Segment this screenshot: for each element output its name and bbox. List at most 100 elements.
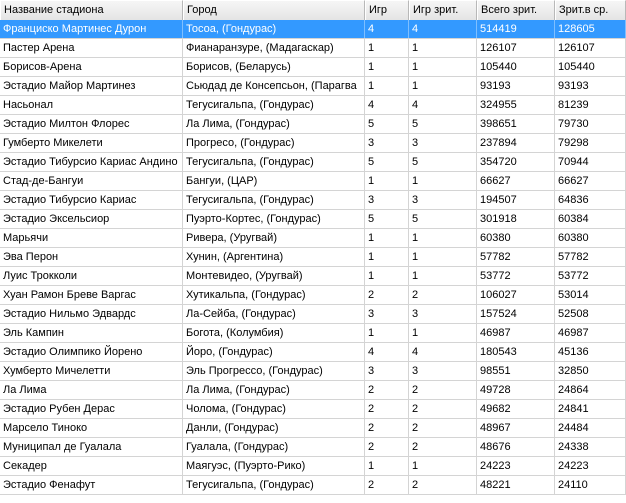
games-cell: 1 — [365, 39, 409, 57]
total-spectators-cell: 98551 — [477, 362, 555, 380]
total-spectators-cell: 194507 — [477, 191, 555, 209]
games-cell: 3 — [365, 191, 409, 209]
stadium-name-cell: Эстадио Рубен Дерас — [0, 400, 183, 418]
table-row[interactable]: Франциско Мартинес Дурон Тосоа, (Гондурас… — [0, 20, 626, 39]
total-spectators-cell: 106027 — [477, 286, 555, 304]
average-spectators-cell: 57782 — [555, 248, 626, 266]
table-row[interactable]: Эва Перон Хунин, (Аргентина) 1 1 57782 57782 — [0, 248, 626, 267]
stadium-name-cell: Эстадио Майор Мартинез — [0, 77, 183, 95]
table-row[interactable]: Эстадио Милтон Флорес Ла Лима, (Гондурас)… — [0, 115, 626, 134]
average-spectators-cell: 53772 — [555, 267, 626, 285]
table-row[interactable]: Эль Кампин Богота, (Колумбия) 1 1 46987 46987 — [0, 324, 626, 343]
games-cell: 1 — [365, 324, 409, 342]
stadium-name-cell: Франциско Мартинес Дурон — [0, 20, 183, 38]
total-spectators-cell: 53772 — [477, 267, 555, 285]
games-cell: 3 — [365, 134, 409, 152]
table-row[interactable]: Эстадио Фенафут Тегусигальпа, (Гондурас) 2… — [0, 476, 626, 495]
games-cell: 1 — [365, 457, 409, 475]
table-row[interactable]: Эстадио Нильмо Эдвардс Ла-Сейба, (Гондура… — [0, 305, 626, 324]
table-row[interactable]: Эстадио Эксельсиор Пуэрто-Кортес, (Гондур… — [0, 210, 626, 229]
table-row[interactable]: Стад-де-Бангуи Бангуи, (ЦАР) 1 1 66627 66627 — [0, 172, 626, 191]
total-spectators-cell: 93193 — [477, 77, 555, 95]
stadium-name-cell: Гумберто Микелети — [0, 134, 183, 152]
stadium-name-cell: Эль Кампин — [0, 324, 183, 342]
table-row[interactable]: Эстадио Рубен Дерас Чолома, (Гондурас) 2 2 4… — [0, 400, 626, 419]
city-cell: Монтевидео, (Уругвай) — [183, 267, 365, 285]
games-cell: 3 — [365, 305, 409, 323]
table-row[interactable]: Эстадио Майор Мартинез Сьюдад де Консепсь… — [0, 77, 626, 96]
table-row[interactable]: Ла Лима Ла Лима, (Гондурас) 2 2 49728 24864 — [0, 381, 626, 400]
games-with-spectators-cell: 4 — [409, 96, 477, 114]
total-spectators-cell: 48221 — [477, 476, 555, 494]
games-with-spectators-cell: 2 — [409, 400, 477, 418]
city-cell: Ривера, (Уругвай) — [183, 229, 365, 247]
games-with-spectators-cell: 4 — [409, 20, 477, 38]
table-row[interactable]: Гумберто Микелети Прогресо, (Гондурас) 3 3 2… — [0, 134, 626, 153]
stadium-name-cell: Секадер — [0, 457, 183, 475]
city-cell: Тегусигальпа, (Гондурас) — [183, 96, 365, 114]
table-row[interactable]: Эстадио Тибурсио Кариас Андино Тегусигаль… — [0, 153, 626, 172]
table-row[interactable]: Хумберто Мичелетти Эль Прогрессо, (Гондур… — [0, 362, 626, 381]
total-spectators-cell: 157524 — [477, 305, 555, 323]
column-header-city[interactable]: Город — [183, 0, 365, 20]
table-row[interactable]: Хуан Рамон Бреве Варгас Хутикальпа, (Гонд… — [0, 286, 626, 305]
stadium-name-cell: Луис Трокколи — [0, 267, 183, 285]
city-cell: Тегусигальпа, (Гондурас) — [183, 191, 365, 209]
column-header-games[interactable]: Игр — [365, 0, 409, 20]
average-spectators-cell: 79298 — [555, 134, 626, 152]
total-spectators-cell: 49682 — [477, 400, 555, 418]
games-cell: 2 — [365, 438, 409, 456]
table-row[interactable]: Луис Трокколи Монтевидео, (Уругвай) 1 1 5377… — [0, 267, 626, 286]
stadium-name-cell: Эва Перон — [0, 248, 183, 266]
stadium-name-cell: Хуан Рамон Бреве Варгас — [0, 286, 183, 304]
average-spectators-cell: 60384 — [555, 210, 626, 228]
table-row[interactable]: Насьонал Тегусигальпа, (Гондурас) 4 4 324955… — [0, 96, 626, 115]
games-with-spectators-cell: 1 — [409, 267, 477, 285]
total-spectators-cell: 66627 — [477, 172, 555, 190]
average-spectators-cell: 79730 — [555, 115, 626, 133]
stadium-name-cell: Эстадио Тибурсио Кариас Андино — [0, 153, 183, 171]
column-header-stadium[interactable]: Название стадиона — [0, 0, 183, 20]
average-spectators-cell: 66627 — [555, 172, 626, 190]
table-row[interactable]: Эстадио Олимпико Йорено Йоро, (Гондурас) 4… — [0, 343, 626, 362]
stadium-name-cell: Эстадио Нильмо Эдвардс — [0, 305, 183, 323]
games-with-spectators-cell: 5 — [409, 153, 477, 171]
total-spectators-cell: 105440 — [477, 58, 555, 76]
stadium-name-cell: Ла Лима — [0, 381, 183, 399]
games-cell: 3 — [365, 362, 409, 380]
table-row[interactable]: Марсело Тиноко Данли, (Гондурас) 2 2 48967 24… — [0, 419, 626, 438]
city-cell: Прогресо, (Гондурас) — [183, 134, 365, 152]
city-cell: Фианаранзуре, (Мадагаскар) — [183, 39, 365, 57]
stadium-name-cell: Хумберто Мичелетти — [0, 362, 183, 380]
games-cell: 2 — [365, 419, 409, 437]
games-with-spectators-cell: 1 — [409, 58, 477, 76]
games-with-spectators-cell: 1 — [409, 77, 477, 95]
games-with-spectators-cell: 2 — [409, 476, 477, 494]
games-with-spectators-cell: 2 — [409, 286, 477, 304]
city-cell: Чолома, (Гондурас) — [183, 400, 365, 418]
games-with-spectators-cell: 5 — [409, 115, 477, 133]
games-cell: 4 — [365, 343, 409, 361]
total-spectators-cell: 180543 — [477, 343, 555, 361]
city-cell: Сьюдад де Консепсьон, (Парагва — [183, 77, 365, 95]
column-header-average-spectators[interactable]: Зрит.в ср. — [555, 0, 626, 20]
column-header-games-with-spectators[interactable]: Игр зрит. — [409, 0, 477, 20]
average-spectators-cell: 81239 — [555, 96, 626, 114]
table-row[interactable]: Эстадио Тибурсио Кариас Тегусигальпа, (Го… — [0, 191, 626, 210]
city-cell: Данли, (Гондурас) — [183, 419, 365, 437]
table-row[interactable]: Пастер Арена Фианаранзуре, (Мадагаскар) 1 1… — [0, 39, 626, 58]
games-with-spectators-cell: 4 — [409, 343, 477, 361]
games-cell: 2 — [365, 381, 409, 399]
games-cell: 5 — [365, 210, 409, 228]
city-cell: Бангуи, (ЦАР) — [183, 172, 365, 190]
table-row[interactable]: Секадер Маягуэс, (Пуэрто-Рико) 1 1 24223 2422… — [0, 457, 626, 476]
column-header-total-spectators[interactable]: Всего зрит. — [477, 0, 555, 20]
average-spectators-cell: 24864 — [555, 381, 626, 399]
stadium-name-cell: Эстадио Эксельсиор — [0, 210, 183, 228]
city-cell: Эль Прогрессо, (Гондурас) — [183, 362, 365, 380]
games-cell: 2 — [365, 400, 409, 418]
games-cell: 1 — [365, 58, 409, 76]
table-row[interactable]: Муниципал де Гуалала Гуалала, (Гондурас) 2… — [0, 438, 626, 457]
table-row[interactable]: Марьячи Ривера, (Уругвай) 1 1 60380 60380 — [0, 229, 626, 248]
table-row[interactable]: Борисов-Арена Борисов, (Беларусь) 1 1 105440… — [0, 58, 626, 77]
